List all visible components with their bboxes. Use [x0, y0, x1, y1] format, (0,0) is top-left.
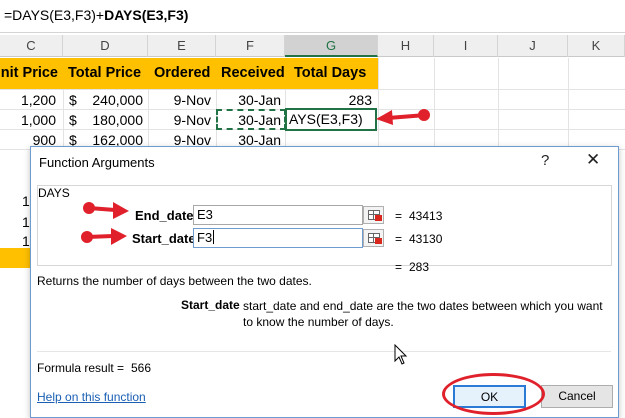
formula-result-label: Formula result =	[37, 361, 125, 375]
cell-total-price[interactable]: 240,000	[80, 90, 143, 110]
end-date-label: End_date	[135, 208, 194, 223]
help-icon[interactable]: ?	[541, 152, 549, 169]
close-icon[interactable]: ✕	[586, 150, 600, 170]
highlighted-cell-strip	[0, 248, 30, 268]
start-date-label: Start_date	[132, 231, 196, 246]
partial-cell: 1	[22, 214, 30, 230]
start-date-result: 43130	[409, 232, 443, 246]
dialog-title: Function Arguments	[39, 155, 155, 170]
end-date-input[interactable]: E3	[193, 205, 363, 225]
column-header-i[interactable]: I	[434, 35, 498, 57]
copy-range-highlight	[216, 109, 286, 130]
red-arrow-icon	[83, 202, 129, 219]
formula-result-value: 566	[131, 361, 152, 375]
column-header-f[interactable]: F	[216, 35, 285, 57]
start-date-equals: =	[395, 232, 403, 246]
start-date-input[interactable]: F3	[193, 228, 363, 248]
divider	[37, 351, 611, 352]
column-header-e[interactable]: E	[148, 35, 216, 57]
argument-description-text: start_date and end_date are the two date…	[243, 299, 603, 329]
cell-unit-price[interactable]: 1,200	[0, 90, 56, 110]
header-received[interactable]: Received	[221, 58, 285, 89]
function-name: DAYS	[38, 186, 70, 200]
cell-total-price[interactable]: 180,000	[80, 110, 143, 130]
column-header-d[interactable]: D	[63, 35, 148, 57]
function-result-equals: =	[395, 260, 403, 274]
column-header-k[interactable]: K	[568, 35, 625, 57]
cell-ordered[interactable]: 9-Nov	[148, 110, 211, 130]
header-ordered[interactable]: Ordered	[154, 58, 210, 89]
header-total-days[interactable]: Total Days	[294, 58, 366, 89]
argument-description-name: Start_date	[181, 298, 240, 312]
function-description: Returns the number of days between the t…	[37, 274, 312, 288]
active-cell-text: AYS(E3,F3)	[289, 111, 363, 127]
header-unit-price[interactable]: nit Price	[0, 58, 58, 89]
column-header-j[interactable]: J	[498, 35, 568, 57]
formula-bold: DAYS(E3,F3)	[104, 7, 189, 23]
cancel-button[interactable]: Cancel	[541, 385, 613, 408]
column-headers: C D E F G H I J K	[0, 35, 625, 57]
partial-cell: 1	[22, 193, 30, 209]
header-total-price[interactable]: Total Price	[68, 58, 141, 89]
collapse-dialog-icon[interactable]	[363, 229, 384, 247]
column-header-h[interactable]: H	[378, 35, 434, 57]
end-date-result: 43413	[409, 209, 443, 223]
annotation-ellipse	[442, 373, 545, 415]
formula-bar[interactable]: =DAYS(E3,F3)+DAYS(E3,F3)	[0, 0, 625, 33]
function-arguments-dialog: Function Arguments ? ✕ DAYS End_date E3 …	[30, 146, 619, 418]
cell-ordered[interactable]: 9-Nov	[148, 90, 211, 110]
start-date-value: F3	[197, 230, 213, 245]
cell-unit-price[interactable]: 1,000	[0, 110, 56, 130]
cell-total-days[interactable]: 283	[285, 90, 372, 110]
red-arrow-icon	[376, 109, 430, 125]
active-cell[interactable]: AYS(E3,F3)	[285, 108, 377, 131]
cell-currency: $	[69, 112, 77, 128]
formula-plain: =DAYS(E3,F3)+	[4, 7, 105, 23]
end-date-equals: =	[395, 209, 403, 223]
function-result: 283	[409, 260, 430, 274]
mouse-cursor-icon	[394, 344, 408, 365]
collapse-dialog-icon[interactable]	[363, 206, 384, 224]
cell-received[interactable]: 30-Jan	[216, 90, 281, 110]
column-header-g[interactable]: G	[285, 35, 378, 57]
red-arrow-icon	[81, 228, 127, 245]
formula-text[interactable]: =DAYS(E3,F3)+DAYS(E3,F3)	[4, 7, 188, 23]
cell-currency: $	[69, 92, 77, 108]
column-header-c[interactable]: C	[0, 35, 63, 57]
help-link[interactable]: Help on this function	[37, 390, 146, 404]
